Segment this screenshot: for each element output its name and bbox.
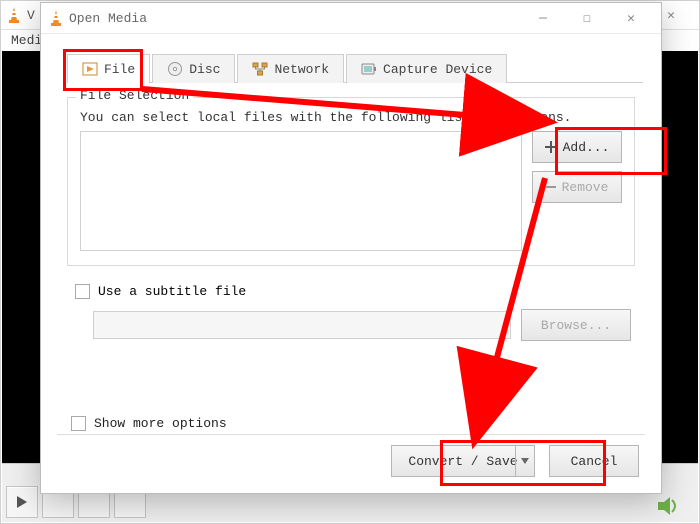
convert-save-label: Convert / Save <box>408 454 517 469</box>
play-button[interactable] <box>6 486 38 518</box>
show-more-label: Show more options <box>94 416 227 431</box>
minus-icon <box>546 186 556 188</box>
dialog-maximize-button[interactable]: ☐ <box>565 4 609 32</box>
dialog-titlebar[interactable]: Open Media ─ ☐ ✕ <box>41 3 661 34</box>
file-selection-description: You can select local files with the foll… <box>80 110 622 125</box>
tab-file-label: File <box>104 62 135 77</box>
convert-save-button[interactable]: Convert / Save <box>391 445 535 477</box>
show-more-options-row[interactable]: Show more options <box>71 416 227 431</box>
use-subtitle-checkbox[interactable] <box>75 284 90 299</box>
file-list[interactable] <box>80 131 522 251</box>
vlc-cone-icon <box>49 10 63 26</box>
tab-capture-label: Capture Device <box>383 62 492 77</box>
open-media-dialog: Open Media ─ ☐ ✕ File Disc Network Captu… <box>40 2 662 494</box>
tab-file[interactable]: File <box>67 54 150 83</box>
chevron-down-icon <box>521 458 529 464</box>
tab-network-label: Network <box>274 62 329 77</box>
tab-network[interactable]: Network <box>237 54 344 83</box>
subtitle-path-field <box>93 311 511 339</box>
volume-icon[interactable] <box>658 496 684 516</box>
browse-button[interactable]: Browse... <box>521 309 631 341</box>
remove-label: Remove <box>562 180 609 195</box>
dialog-minimize-button[interactable]: ─ <box>521 4 565 32</box>
add-button[interactable]: Add... <box>532 131 622 163</box>
dialog-close-button[interactable]: ✕ <box>609 4 653 32</box>
file-selection-legend: File Selection <box>76 88 193 103</box>
capture-icon <box>361 61 377 77</box>
disc-icon <box>167 61 183 77</box>
add-label: Add... <box>563 140 610 155</box>
tab-capture[interactable]: Capture Device <box>346 54 507 83</box>
vlc-cone-icon <box>7 7 21 23</box>
convert-dropdown[interactable] <box>515 446 534 476</box>
tab-disc-label: Disc <box>189 62 220 77</box>
file-selection-group: File Selection You can select local file… <box>67 97 635 266</box>
network-icon <box>252 61 268 77</box>
use-subtitle-label: Use a subtitle file <box>98 284 246 299</box>
menu-media[interactable]: Medi <box>11 33 42 48</box>
play-icon <box>17 496 27 508</box>
plus-icon <box>545 141 557 153</box>
file-icon <box>82 61 98 77</box>
dialog-title: Open Media <box>63 11 521 26</box>
tab-disc[interactable]: Disc <box>152 54 235 83</box>
show-more-checkbox[interactable] <box>71 416 86 431</box>
cancel-button[interactable]: Cancel <box>549 445 639 477</box>
cancel-label: Cancel <box>571 454 618 469</box>
remove-button[interactable]: Remove <box>532 171 622 203</box>
parent-title-text: V <box>27 8 35 23</box>
browse-label: Browse... <box>541 318 611 333</box>
use-subtitle-row[interactable]: Use a subtitle file <box>75 284 633 299</box>
tabbar: File Disc Network Capture Device <box>67 54 661 82</box>
